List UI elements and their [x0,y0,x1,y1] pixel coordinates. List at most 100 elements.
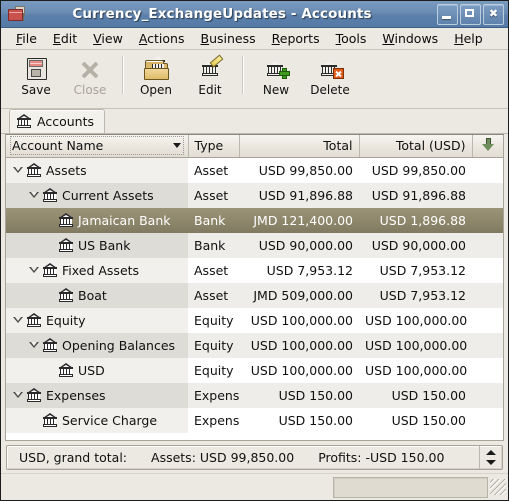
cell-account-name: Expenses [6,382,188,408]
window-title: Currency_ExchangeUpdates - Accounts [72,6,372,22]
table-row[interactable]: Equity Equity USD 100,000.00 USD 100,000.00 [6,307,503,333]
cell-account-type: Expens [188,407,239,433]
cell-total-usd: USD 90,000.00 [359,232,472,258]
gnucash-icon [7,5,25,23]
expander-triangle-icon[interactable] [12,158,27,183]
menu-view[interactable]: View [85,29,131,48]
close-x-icon [77,57,103,81]
maximize-button[interactable] [460,3,481,25]
menu-actions[interactable]: Actions [131,29,193,48]
menu-tools[interactable]: Tools [328,29,375,48]
cell-total: USD 91,896.88 [239,182,359,208]
cell-filler [472,282,503,308]
table-row[interactable]: Assets Asset USD 99,850.00 USD 99,850.00 [6,157,503,183]
cell-total-usd: USD 7,953.12 [359,257,472,283]
open-button-label: Open [139,83,173,97]
expander-triangle-icon[interactable] [28,333,43,358]
account-name-label: Service Charge [62,412,158,428]
expander-triangle-icon[interactable] [12,308,27,333]
cell-total-usd: USD 99,850.00 [359,157,472,183]
cell-filler [472,257,503,283]
cell-total: USD 90,000.00 [239,232,359,258]
cell-account-name: USD [6,357,188,383]
menu-business[interactable]: Business [193,29,264,48]
table-row[interactable]: Current Assets Asset USD 91,896.88 USD 91,8… [6,182,503,208]
cell-account-type: Bank [188,207,239,233]
menu-help[interactable]: Help [446,29,491,48]
cell-total-usd: USD 100,000.00 [359,357,472,383]
menu-edit-rest: dit [60,31,78,46]
cell-total: USD 150.00 [239,407,359,433]
menu-file[interactable]: File [8,29,45,48]
column-header-type[interactable]: Type [188,135,240,158]
menu-help-rest: elp [463,31,483,46]
spinner-up-icon[interactable] [486,450,496,455]
new-account-button[interactable]: New [249,54,303,102]
summary-spinner[interactable] [479,446,502,469]
expander-triangle-icon[interactable] [28,258,43,283]
delete-account-button-label: Delete [310,83,350,97]
table-row[interactable]: US Bank Bank USD 90,000.00 USD 90,000.00 [6,232,503,258]
tab-strip: Accounts [1,109,508,134]
close-button[interactable]: ✖ [483,3,504,25]
bank-icon [27,387,42,403]
cell-account-type: Bank [188,232,239,258]
spinner-down-icon[interactable] [486,460,496,465]
close-button-toolbar[interactable]: Close [63,54,117,102]
chevron-down-icon [172,143,181,149]
bank-icon [59,237,74,253]
column-options-button[interactable] [472,135,503,158]
cell-account-type: Asset [188,182,239,208]
new-account-icon [263,57,290,81]
cell-total-usd: USD 7,953.12 [359,282,472,308]
cell-total: JMD 509,000.00 [239,282,359,308]
menu-reports[interactable]: Reports [264,29,328,48]
table-row[interactable]: Fixed Assets Asset USD 7,953.12 USD 7,953.1… [6,257,503,283]
column-header-total[interactable]: Total [239,135,360,158]
delete-account-button[interactable]: Delete [303,54,357,102]
cell-account-name: US Bank [6,232,188,258]
cell-total-usd: USD 150.00 [359,407,472,433]
cell-account-type: Asset [188,257,239,283]
cell-filler [472,207,503,233]
bank-icon [27,162,42,178]
cell-filler [472,382,503,408]
open-button[interactable]: Open [129,54,183,102]
menu-edit[interactable]: Edit [45,29,85,48]
account-name-label: Equity [46,312,86,328]
table-row[interactable]: Boat Asset JMD 509,000.00 USD 7,953.12 [6,282,503,308]
cell-account-name: Jamaican Bank [6,207,188,233]
menu-bar: File Edit View Actions Business Reports … [1,28,508,50]
new-account-button-label: New [262,83,290,97]
table-row[interactable]: Expenses Expens USD 150.00 USD 150.00 [6,382,503,408]
summary-profits-label: Profits: -USD 150.00 [318,450,445,465]
menu-file-rest: ile [22,31,37,46]
cell-account-name: Boat [6,282,188,308]
toolbar-separator-1 [122,56,124,94]
menu-windows[interactable]: Windows [374,29,446,48]
bank-icon [59,287,74,303]
minimize-button[interactable] [437,3,458,25]
menu-tools-rest: ools [341,31,367,46]
bank-icon [43,262,58,278]
cell-filler [472,407,503,433]
table-row[interactable]: Jamaican Bank Bank JMD 121,400.00 USD 1,896… [6,207,503,233]
expander-triangle-icon[interactable] [12,383,27,408]
table-row[interactable]: USD Equity USD 100,000.00 USD 100,000.00 [6,357,503,383]
summary-bar: USD, grand total: Assets: USD 99,850.00 … [6,445,503,470]
table-row[interactable]: Opening Balances Equity USD 100,000.00 USD … [6,332,503,358]
table-row[interactable]: Service Charge Expens USD 150.00 USD 150.00 [6,407,503,433]
tab-accounts[interactable]: Accounts [9,109,105,133]
bank-icon [17,114,32,129]
cell-total-usd: USD 1,896.88 [359,207,472,233]
account-tree-view[interactable]: Account Name Type Total Total (USD) Asse… [5,134,504,441]
toolbar: Save Close Open Edit New Delete [1,50,508,109]
column-header-total-usd[interactable]: Total (USD) [359,135,473,158]
column-header-account-name[interactable]: Account Name [6,135,189,158]
resize-grip-icon[interactable] [490,479,506,495]
save-button[interactable]: Save [9,54,63,102]
edit-button[interactable]: Edit [183,54,237,102]
expander-triangle-icon[interactable] [28,183,43,208]
bank-icon [59,212,74,228]
